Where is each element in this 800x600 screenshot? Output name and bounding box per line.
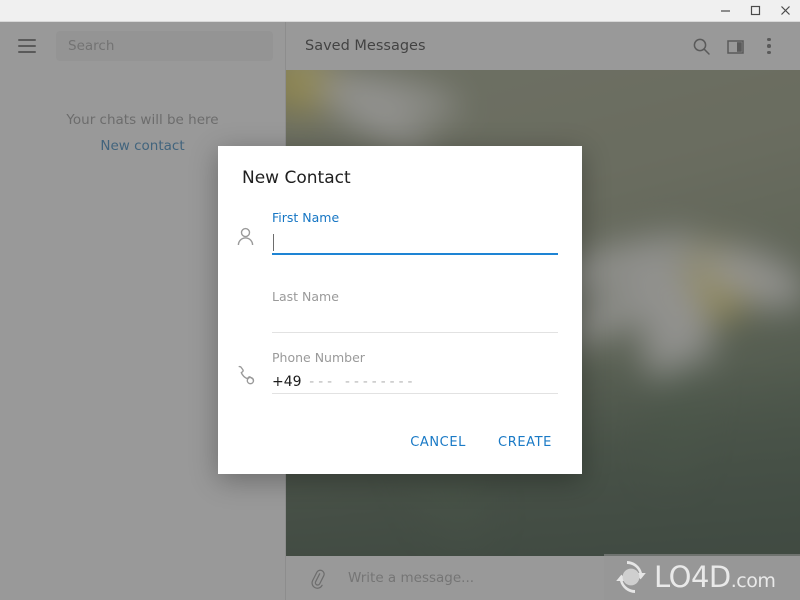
close-button[interactable] [770,0,800,21]
last-name-field-row: Last Name [218,289,582,333]
maximize-button[interactable] [740,0,770,21]
phone-country-prefix: +49 [272,374,302,390]
create-button[interactable]: CREATE [486,427,564,458]
first-name-input[interactable] [272,231,558,255]
last-name-label: Last Name [272,289,339,304]
phone-number-label: Phone Number [272,350,365,365]
new-contact-dialog: New Contact First Name Last Name Phone N… [218,146,582,474]
phone-number-input[interactable]: +49 --- -------- [272,371,558,394]
phone-icon [218,364,272,394]
phone-number-field: Phone Number +49 --- -------- [272,350,558,394]
person-icon [218,226,272,255]
field-icon-placeholder [218,325,272,333]
text-caret [273,233,274,251]
phone-number-mask: --- -------- [307,374,415,390]
watermark-domain: .com [730,570,776,592]
last-name-field: Last Name [272,289,558,333]
cancel-button[interactable]: CANCEL [398,427,478,458]
last-name-input[interactable] [272,310,558,333]
lo4d-logo-icon [616,561,646,593]
watermark-brand: LO4D [654,560,731,594]
first-name-field-row: First Name [218,210,582,255]
application-window: Search Your chats will be here New conta… [0,0,800,600]
dialog-title: New Contact [242,168,351,188]
first-name-field: First Name [272,210,558,255]
first-name-label: First Name [272,210,340,225]
minimize-button[interactable] [710,0,740,21]
window-titlebar [0,0,800,22]
lo4d-watermark: LO4D.com [604,554,800,600]
phone-number-field-row: Phone Number +49 --- -------- [218,350,582,394]
watermark-text: LO4D.com [654,560,776,594]
dialog-actions: CANCEL CREATE [398,427,564,458]
